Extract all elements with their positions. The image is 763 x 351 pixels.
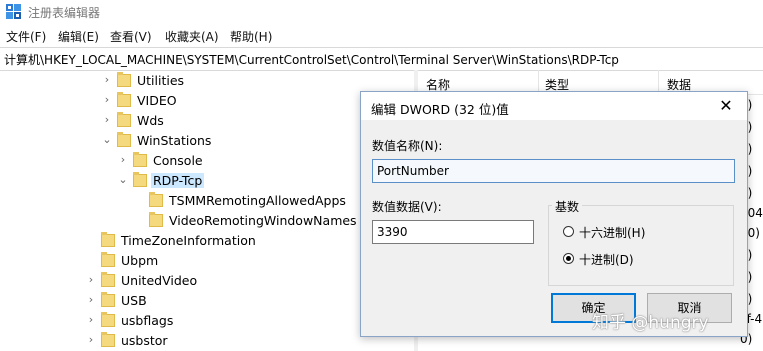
chevron-right-icon[interactable]: › xyxy=(102,73,112,87)
base-label: 基数 xyxy=(552,198,583,215)
chevron-right-icon[interactable]: › xyxy=(86,333,96,347)
folder-icon xyxy=(133,152,147,167)
decimal-radio[interactable] xyxy=(563,253,574,264)
chevron-down-icon[interactable]: ⌄ xyxy=(102,133,112,147)
menu-help[interactable]: 帮助(H) xyxy=(230,28,272,45)
close-icon[interactable]: ✕ xyxy=(713,96,739,116)
dialog-title-bar[interactable]: 编辑 DWORD (32 位)值 ✕ xyxy=(361,92,747,120)
tree-item-utilities[interactable]: › Utilities xyxy=(0,71,414,91)
folder-icon xyxy=(117,72,131,87)
chevron-right-icon[interactable]: › xyxy=(86,293,96,307)
chevron-right-icon[interactable]: › xyxy=(86,273,96,287)
tree-item-unitedvideo[interactable]: › UnitedVideo xyxy=(0,271,414,291)
chevron-right-icon[interactable]: › xyxy=(118,153,128,167)
folder-icon xyxy=(101,292,115,307)
tree-item-label: RDP-Tcp xyxy=(151,173,205,188)
tree-item-usb[interactable]: › USB xyxy=(0,291,414,311)
menu-favorites[interactable]: 收藏夹(A) xyxy=(165,28,219,45)
folder-icon xyxy=(117,112,131,127)
tree-item-label: VideoRemotingWindowNames xyxy=(169,213,357,228)
tree-item-timezoneinformation[interactable]: TimeZoneInformation xyxy=(0,231,414,251)
chevron-down-icon[interactable]: ⌄ xyxy=(118,173,128,187)
tree-item-label: TimeZoneInformation xyxy=(121,233,256,248)
tree-item-label: WinStations xyxy=(137,133,212,148)
chevron-right-icon[interactable]: › xyxy=(102,93,112,107)
value-name-label: 数值名称(N): xyxy=(372,139,443,153)
tree-item-tsmmremotingallowedapps[interactable]: TSMMRemotingAllowedApps xyxy=(0,191,414,211)
chevron-right-icon[interactable]: › xyxy=(86,313,96,327)
value-data-label: 数值数据(V): xyxy=(372,200,442,214)
folder-open-icon xyxy=(117,132,131,147)
tree-item-label: Ubpm xyxy=(121,253,159,268)
folder-icon xyxy=(149,192,163,207)
tree-item-label: Wds xyxy=(137,113,164,128)
tree-item-label: USB xyxy=(121,293,147,308)
registry-tree: › Utilities › VIDEO › Wds ⌄ WinStations … xyxy=(0,70,414,351)
tree-item-ubpm[interactable]: Ubpm xyxy=(0,251,414,271)
address-bar[interactable]: 计算机\HKEY_LOCAL_MACHINE\SYSTEM\CurrentCon… xyxy=(0,47,763,71)
tree-item-video[interactable]: › VIDEO xyxy=(0,91,414,111)
menu-view[interactable]: 查看(V) xyxy=(110,28,152,45)
folder-icon xyxy=(101,232,115,247)
tree-item-label: Console xyxy=(153,153,203,168)
tree-item-label: Utilities xyxy=(137,73,185,88)
value-data-input[interactable] xyxy=(372,220,534,244)
tree-item-winstations[interactable]: ⌄ WinStations xyxy=(0,131,414,151)
dialog-title: 编辑 DWORD (32 位)值 xyxy=(371,102,509,117)
tree-item-label: UnitedVideo xyxy=(121,273,198,288)
tree-item-label: VIDEO xyxy=(137,93,177,108)
tree-item-usbflags[interactable]: › usbflags xyxy=(0,311,414,331)
address-path[interactable]: 计算机\HKEY_LOCAL_MACHINE\SYSTEM\CurrentCon… xyxy=(4,51,619,68)
title-bar: 注册表编辑器 xyxy=(0,0,763,24)
decimal-radio-label[interactable]: 十进制(D) xyxy=(579,251,634,268)
tree-item-videoremotingwindownames[interactable]: VideoRemotingWindowNames xyxy=(0,211,414,231)
menu-edit[interactable]: 编辑(E) xyxy=(58,28,99,45)
folder-icon xyxy=(149,212,163,227)
tree-item-label: usbflags xyxy=(121,313,174,328)
folder-icon xyxy=(101,272,115,287)
tree-item-wds[interactable]: › Wds xyxy=(0,111,414,131)
edit-dword-dialog: 编辑 DWORD (32 位)值 ✕ 数值名称(N): 数值数据(V): 基数 … xyxy=(360,91,748,337)
hex-radio[interactable] xyxy=(563,226,574,237)
regedit-icon xyxy=(6,4,21,19)
tree-item-rdp-tcp[interactable]: ⌄ RDP-Tcp xyxy=(0,171,414,191)
tree-item-console[interactable]: › Console xyxy=(0,151,414,171)
folder-icon xyxy=(117,92,131,107)
watermark: 知乎 @hungry xyxy=(592,313,709,333)
hex-radio-label[interactable]: 十六进制(H) xyxy=(579,224,645,241)
base-groupbox xyxy=(548,205,734,286)
tree-item-label: usbstor xyxy=(121,333,168,348)
window-title: 注册表编辑器 xyxy=(28,6,101,20)
menu-file[interactable]: 文件(F) xyxy=(6,28,46,45)
value-name-input[interactable] xyxy=(372,159,735,183)
tree-item-usbstor[interactable]: › usbstor xyxy=(0,331,414,351)
folder-icon xyxy=(101,312,115,327)
menu-bar: 文件(F) 编辑(E) 查看(V) 收藏夹(A) 帮助(H) xyxy=(0,24,763,46)
chevron-right-icon[interactable]: › xyxy=(102,113,112,127)
folder-icon xyxy=(101,252,115,267)
tree-item-label: TSMMRemotingAllowedApps xyxy=(169,193,346,208)
folder-open-icon xyxy=(133,172,147,187)
folder-icon xyxy=(101,332,115,347)
